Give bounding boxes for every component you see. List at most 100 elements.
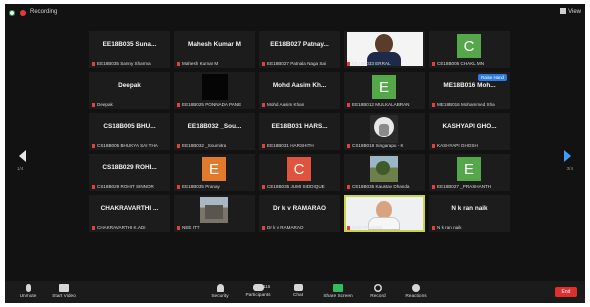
participant-caption: NEE ITT xyxy=(177,225,253,230)
participant-tile[interactable]: NEE ITT xyxy=(174,195,255,232)
caption-text: Mohd Aasim Khan xyxy=(267,102,305,107)
participant-caption: EE18B025 PONNADA PANE xyxy=(177,102,253,107)
participant-caption: EE18B032 _Soumitra xyxy=(177,143,253,148)
meeting-toolbar: Unmute Start Video Security 115 Particip… xyxy=(5,281,585,303)
participant-caption: CHAKRAVARTHI K.ADI xyxy=(92,225,168,230)
muted-mic-icon xyxy=(262,62,265,66)
participant-caption: EE18B027 Patnala Naga Sai xyxy=(262,61,338,66)
muted-mic-icon xyxy=(92,144,95,148)
participant-tile[interactable]: C CE18B005 CHAKL MN xyxy=(429,31,510,68)
participant-caption: CE18B035 Kaustav Dhanda xyxy=(347,184,423,189)
next-page-arrow-icon[interactable] xyxy=(564,150,571,162)
participant-name: EE18B027 Patnay... xyxy=(270,41,329,48)
caption-text: EE18B033 ERRAL xyxy=(352,61,391,66)
participant-caption: N k ran naik xyxy=(432,225,508,230)
participant-tile[interactable]: CS18B029 ROHI... CS18B029 ROHIT SINNOR xyxy=(89,154,170,191)
chat-button[interactable]: Chat xyxy=(279,284,317,298)
caption-text: EE18B035 Pranay xyxy=(182,184,220,189)
record-button[interactable]: Record xyxy=(359,284,397,299)
participant-tile[interactable]: E EE18B012 MULKALABRAN xyxy=(344,72,425,109)
muted-mic-icon xyxy=(432,62,435,66)
record-icon xyxy=(374,284,382,292)
participants-button[interactable]: 115 Participants xyxy=(239,284,277,298)
participant-name: Mahesh Kumar M xyxy=(188,41,241,48)
participant-tile[interactable]: KASHYAPI GHO... KASHYAPI GHOSH xyxy=(429,113,510,150)
participant-tile[interactable]: Deepak Deepak xyxy=(89,72,170,109)
participant-tile[interactable]: EE18B031 HARS... EE18B031 HARSHITH xyxy=(259,113,340,150)
participant-tile[interactable]: CS18B005 BHU... CS18B005 BHUKYA SAI THA xyxy=(89,113,170,150)
microphone-icon xyxy=(25,284,31,292)
grid-icon xyxy=(560,8,567,14)
end-meeting-button[interactable]: End xyxy=(555,287,577,297)
share-screen-button[interactable]: Share Screen xyxy=(319,284,357,299)
avatar: E xyxy=(202,157,226,181)
participant-caption: EE18B031 HARSHITH xyxy=(262,143,338,148)
participant-caption: RAO PRASAD xyxy=(347,225,423,230)
avatar xyxy=(202,74,228,100)
caption-text: KASHYAPI GHOSH xyxy=(437,143,478,148)
participant-tile[interactable]: EE18B032 _Sou... EE18B032 _Soumitra xyxy=(174,113,255,150)
reactions-button[interactable]: Reactions xyxy=(397,284,435,299)
muted-mic-icon xyxy=(262,185,265,189)
caption-text: CS18B018 Singarapu - K xyxy=(352,143,404,148)
participant-tile[interactable]: E EE18B027 _PRASHANTH xyxy=(429,154,510,191)
participant-tile[interactable]: RAO PRASAD xyxy=(344,195,425,232)
participant-tile[interactable]: ME18B016 Moh... Raise Hand ME18B016 Mohamm… xyxy=(429,72,510,109)
caption-text: Dr k v RAMARAO xyxy=(267,225,304,230)
participant-grid: EE18B035 Suna... EE18B035 Sanny Sharma Mah… xyxy=(89,31,511,272)
participant-tile[interactable]: Mahesh Kumar M Mahesh Kumar M xyxy=(174,31,255,68)
caption-text: ME18B016 Mohammed Sha xyxy=(437,102,495,107)
participant-tile[interactable]: EE18B027 Patnay... EE18B027 Patnala Naga … xyxy=(259,31,340,68)
reactions-label: Reactions xyxy=(405,294,427,299)
avatar: C xyxy=(457,34,481,58)
recording-label: Recording xyxy=(30,9,58,15)
muted-mic-icon xyxy=(92,185,95,189)
muted-mic-icon xyxy=(92,103,95,107)
avatar xyxy=(370,115,398,143)
participant-caption: Mahesh Kumar M xyxy=(177,61,253,66)
caption-text: EE18B035 Sanny Sharma xyxy=(97,61,151,66)
caption-text: EE18B012 MULKALABRAN xyxy=(352,102,410,107)
participant-tile[interactable]: EE18B025 PONNADA PANE xyxy=(174,72,255,109)
participant-name: KASHYAPI GHO... xyxy=(442,123,497,130)
muted-mic-icon xyxy=(432,185,435,189)
participant-caption: EE18B035 Sanny Sharma xyxy=(92,61,168,66)
participant-tile[interactable]: CE18B035 Kaustav Dhanda xyxy=(344,154,425,191)
avatar xyxy=(370,156,398,182)
muted-mic-icon xyxy=(347,185,350,189)
view-button[interactable]: View xyxy=(560,8,581,15)
caption-text: EE18B032 _Soumitra xyxy=(182,143,227,148)
participant-name: N k ran naik xyxy=(451,205,488,212)
unmute-label: Unmute xyxy=(19,294,37,299)
shield-icon[interactable] xyxy=(9,10,15,16)
participant-caption: CS18B005 BHUKYA SAI THA xyxy=(92,143,168,148)
participant-tile[interactable]: E EE18B035 Pranay xyxy=(174,154,255,191)
security-button[interactable]: Security xyxy=(201,284,239,299)
muted-mic-icon xyxy=(177,144,180,148)
muted-mic-icon xyxy=(262,144,265,148)
participant-name: CS18B005 BHU... xyxy=(103,123,156,130)
participant-tile[interactable]: C CE18B035 JUMI SIDDIQUE xyxy=(259,154,340,191)
start-video-button[interactable]: Start Video xyxy=(45,284,83,299)
participant-tile[interactable]: N k ran naik N k ran naik xyxy=(429,195,510,232)
unmute-button[interactable]: Unmute xyxy=(9,284,47,299)
muted-mic-icon xyxy=(432,103,435,107)
muted-mic-icon xyxy=(432,144,435,148)
start-video-label: Start Video xyxy=(52,294,76,299)
avatar xyxy=(200,197,228,223)
participant-tile[interactable]: Mohd Aasim Kh... Mohd Aasim Khan xyxy=(259,72,340,109)
previous-page-arrow-icon[interactable] xyxy=(19,150,26,162)
record-label: Record xyxy=(370,294,386,299)
participant-caption: KASHYAPI GHOSH xyxy=(432,143,508,148)
participant-caption: EE18B027 _PRASHANTH xyxy=(432,184,508,189)
participant-tile[interactable]: CHAKRAVARTHI ... CHAKRAVARTHI K.ADI xyxy=(89,195,170,232)
participant-caption: CE18B035 JUMI SIDDIQUE xyxy=(262,184,338,189)
caption-text: CE18B005 CHAKL MN xyxy=(437,61,485,66)
participants-icon xyxy=(252,284,264,291)
participant-tile[interactable]: CS18B018 Singarapu - K xyxy=(344,113,425,150)
participant-tile[interactable]: EE18B033 ERRAL xyxy=(344,31,425,68)
participant-tile[interactable]: EE18B035 Suna... EE18B035 Sanny Sharma xyxy=(89,31,170,68)
participant-tile[interactable]: Dr k v RAMARAO Dr k v RAMARAO xyxy=(259,195,340,232)
caption-text: EE18B027 Patnala Naga Sai xyxy=(267,61,326,66)
participant-name: CHAKRAVARTHI ... xyxy=(100,205,159,212)
